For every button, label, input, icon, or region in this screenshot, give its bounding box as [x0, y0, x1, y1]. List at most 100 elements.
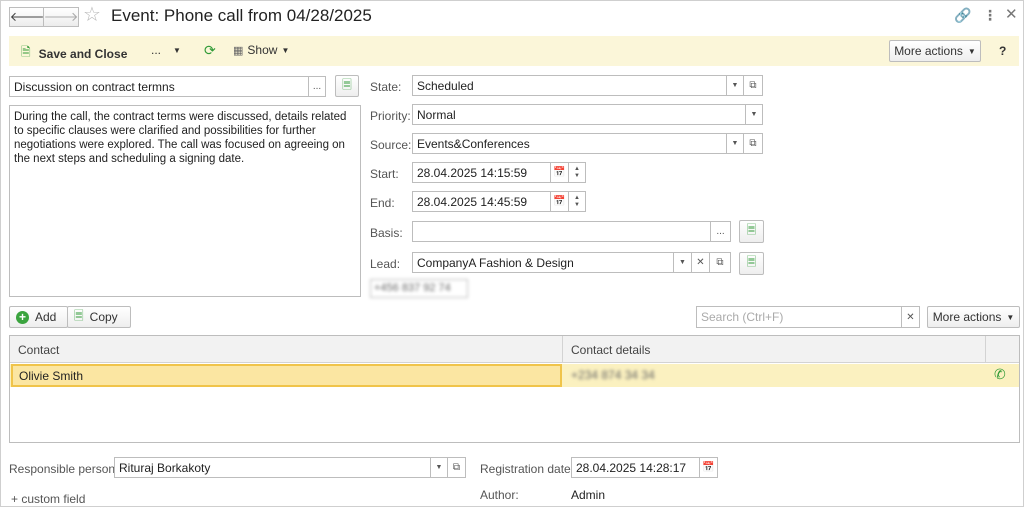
lead-field[interactable]: CompanyA Fashion & Design — [412, 252, 674, 273]
source-label: Source: — [370, 138, 412, 152]
start-calendar-button[interactable]: 📅 — [550, 162, 569, 183]
end-label: End: — [370, 196, 395, 210]
event-window: 🡐 🡒 ☆ Event: Phone call from 04/28/2025 … — [0, 0, 1024, 507]
clear-icon: ✕ — [696, 257, 705, 268]
more-commands-label: ... — [151, 43, 162, 57]
calendar-icon: 📅 — [553, 196, 566, 207]
priority-label: Priority: — [370, 109, 411, 123]
state-dropdown-button[interactable]: ▼ — [726, 75, 744, 96]
author-value: Admin — [571, 488, 606, 502]
priority-dropdown-button[interactable]: ▼ — [745, 104, 763, 125]
end-date-field[interactable]: 28.04.2025 14:45:59 — [412, 191, 551, 212]
basis-label: Basis: — [370, 226, 403, 240]
create-from-icon: 🗏 — [342, 77, 352, 92]
chevron-down-icon: ▼ — [731, 140, 739, 147]
help-button[interactable]: ? — [999, 44, 1006, 58]
registration-label: Registration date: — [480, 462, 575, 476]
column-header-contact-details[interactable]: Contact details — [563, 336, 986, 363]
chevron-down-icon: ▼ — [731, 82, 739, 89]
copy-label: Copy — [89, 310, 118, 324]
save-close-button[interactable]: 🗎 Save and Close — [21, 43, 127, 64]
create-from-icon: 🗏 — [746, 255, 757, 269]
responsible-open-button[interactable]: ⧉ — [447, 457, 466, 478]
priority-field[interactable]: Normal — [412, 104, 746, 125]
source-dropdown-button[interactable]: ▼ — [726, 133, 744, 154]
column-header-actions — [986, 336, 1019, 363]
state-field[interactable]: Scheduled — [412, 75, 727, 96]
show-label: Show — [247, 43, 278, 57]
end-stepper[interactable]: ▲ ▼ — [568, 191, 586, 212]
chevron-down-icon: ▼ — [574, 201, 580, 208]
responsible-field[interactable]: Rituraj Borkakoty — [114, 457, 431, 478]
chevron-down-icon: ▼ — [574, 172, 580, 179]
basis-select-button[interactable]: ... — [710, 221, 731, 242]
arrow-right-icon: 🡒 — [43, 9, 79, 24]
registration-date-field[interactable]: 28.04.2025 14:28:17 — [571, 457, 700, 478]
save-close-label: Save and Close — [38, 46, 128, 61]
contacts-more-actions-label: More actions — [932, 310, 1002, 324]
lead-create-button[interactable]: 🗏 — [739, 252, 764, 275]
close-icon[interactable]: ✕ — [1005, 5, 1018, 23]
subject-template-button[interactable]: 🗏 — [335, 75, 359, 97]
chevron-down-icon: ▼ — [967, 46, 976, 56]
favorite-star-icon[interactable]: ☆ — [83, 5, 101, 25]
calendar-icon: 📅 — [702, 462, 715, 473]
open-window-icon: ⧉ — [452, 462, 461, 473]
save-document-icon: 🗎 — [21, 45, 31, 59]
more-actions-button[interactable]: More actions ▼ — [889, 40, 981, 62]
more-actions-label: More actions — [894, 44, 963, 58]
subject-field[interactable]: Discussion on contract termns — [9, 76, 309, 97]
more-commands-dropdown[interactable]: ... ▼ — [151, 43, 181, 57]
calendar-icon: 📅 — [553, 167, 566, 178]
back-button[interactable]: 🡐 — [9, 7, 45, 27]
contact-details-cell[interactable]: +234 874 34 34 — [571, 368, 655, 382]
add-custom-field-link[interactable]: + custom field — [11, 492, 85, 506]
lead-clear-button[interactable]: ✕ — [691, 252, 710, 273]
forward-button[interactable]: 🡒 — [43, 7, 79, 27]
description-textarea[interactable]: During the call, the contract terms were… — [9, 105, 361, 297]
page-title: Event: Phone call from 04/28/2025 — [111, 6, 372, 25]
arrow-left-icon: 🡐 — [9, 9, 45, 24]
search-clear-button[interactable]: ✕ — [901, 306, 920, 328]
author-label: Author: — [480, 488, 519, 502]
chevron-down-icon: ▼ — [281, 45, 290, 55]
chevron-down-icon: ▼ — [750, 111, 758, 118]
state-label: State: — [370, 80, 402, 94]
add-icon: + — [16, 310, 29, 324]
chevron-up-icon: ▲ — [574, 165, 580, 172]
add-contact-button[interactable]: + Add — [9, 306, 68, 328]
basis-create-button[interactable]: 🗏 — [739, 220, 764, 243]
report-icon: ▦ — [233, 44, 244, 57]
open-window-icon: ⧉ — [716, 257, 724, 268]
phone-call-icon[interactable]: ✆ — [994, 366, 1006, 383]
state-open-button[interactable]: ⧉ — [743, 75, 763, 96]
chevron-down-icon: ▼ — [173, 45, 181, 55]
lead-dropdown-button[interactable]: ▼ — [673, 252, 692, 273]
start-stepper[interactable]: ▲ ▼ — [568, 162, 586, 183]
source-open-button[interactable]: ⧉ — [743, 133, 763, 154]
lead-label: Lead: — [370, 257, 401, 271]
lead-phone-field: +456 837 92 74 — [370, 279, 468, 298]
search-input[interactable]: Search (Ctrl+F) — [696, 306, 902, 328]
copy-icon: 🗏 — [74, 308, 84, 323]
source-field[interactable]: Events&Conferences — [412, 133, 727, 154]
refresh-icon[interactable]: ⟳ — [204, 42, 216, 59]
contacts-more-actions-button[interactable]: More actions ▼ — [927, 306, 1020, 328]
start-date-field[interactable]: 28.04.2025 14:15:59 — [412, 162, 551, 183]
responsible-dropdown-button[interactable]: ▼ — [430, 457, 448, 478]
clear-icon: ✕ — [906, 311, 915, 323]
copy-contact-button[interactable]: 🗏 Copy — [67, 306, 131, 328]
lead-open-button[interactable]: ⧉ — [709, 252, 731, 273]
column-header-contact[interactable]: Contact — [10, 336, 563, 363]
contact-cell[interactable]: Olivie Smith — [11, 364, 562, 387]
link-icon[interactable]: 🔗 — [954, 7, 971, 24]
basis-field[interactable] — [412, 221, 711, 242]
end-calendar-button[interactable]: 📅 — [550, 191, 569, 212]
subject-select-button[interactable]: ... — [308, 76, 326, 97]
show-dropdown[interactable]: ▦ Show ▼ — [233, 43, 289, 57]
menu-dots-icon[interactable]: ⋮ — [983, 7, 997, 24]
start-label: Start: — [370, 167, 399, 181]
contacts-table: Contact Contact details Olivie Smith +23… — [9, 335, 1020, 443]
chevron-down-icon: ▼ — [1006, 312, 1015, 322]
registration-calendar-button[interactable]: 📅 — [699, 457, 718, 478]
